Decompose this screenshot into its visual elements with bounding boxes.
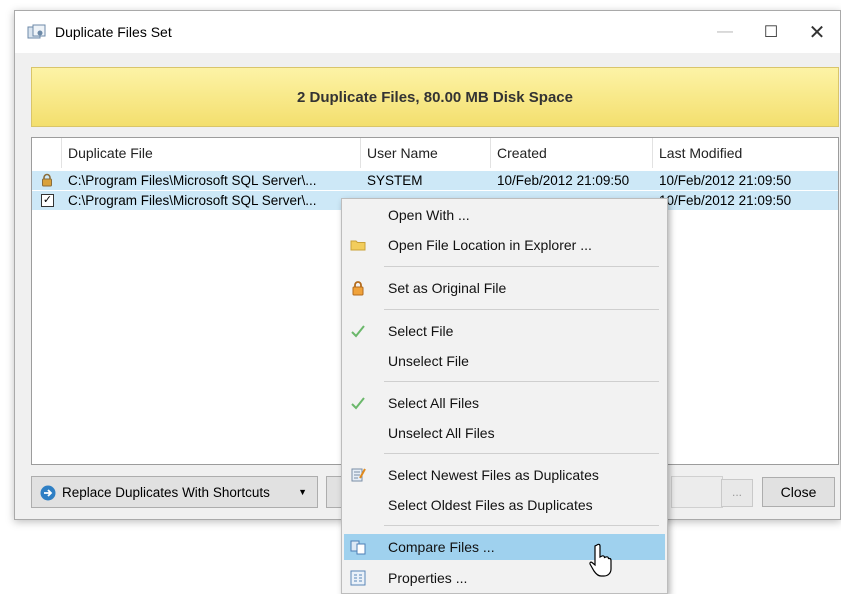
row-checkbox[interactable]: ✓ [41, 194, 54, 207]
arrow-right-circle-icon [40, 485, 56, 501]
column-header-user-name[interactable]: User Name [361, 138, 491, 168]
menu-item-label: Select Newest Files as Duplicates [388, 467, 599, 483]
menu-item-label: Compare Files ... [388, 539, 495, 555]
checkmark-icon [351, 397, 365, 410]
cell-user: SYSTEM [367, 173, 423, 188]
app-icon [27, 24, 46, 39]
menu-item-select-file[interactable]: Select File [344, 318, 665, 344]
column-header-last-modified[interactable]: Last Modified [653, 138, 838, 168]
maximize-button[interactable]: ☐ [748, 11, 794, 53]
browse-button[interactable]: ... [721, 479, 753, 507]
column-header-duplicate-file[interactable]: Duplicate File [62, 138, 361, 168]
menu-item-label: Properties ... [388, 570, 468, 586]
menu-separator [384, 453, 659, 454]
menu-item-label: Open File Location in Explorer ... [388, 237, 592, 253]
menu-item-select-newest[interactable]: Select Newest Files as Duplicates [344, 462, 665, 488]
menu-separator [384, 309, 659, 310]
menu-item-properties[interactable]: Properties ... [344, 565, 665, 591]
summary-text: 2 Duplicate Files, 80.00 MB Disk Space [297, 88, 573, 106]
lock-icon [352, 281, 364, 296]
minimize-button[interactable]: — [702, 11, 748, 53]
folder-icon [350, 240, 366, 251]
cell-file: C:\Program Files\Microsoft SQL Server\..… [68, 193, 317, 208]
menu-item-unselect-file[interactable]: Unselect File [344, 348, 665, 374]
replace-duplicates-button[interactable]: Replace Duplicates With Shortcuts ▼ [31, 476, 318, 508]
context-menu: Open With ... Open File Location in Expl… [341, 198, 668, 594]
menu-item-label: Open With ... [388, 207, 470, 223]
menu-item-label: Unselect All Files [388, 425, 495, 441]
summary-banner: 2 Duplicate Files, 80.00 MB Disk Space [31, 67, 839, 127]
cell-created: 10/Feb/2012 21:09:50 [497, 173, 630, 188]
properties-icon [350, 570, 366, 586]
checkmark-icon [351, 325, 365, 338]
cell-modified: 10/Feb/2012 21:09:50 [659, 173, 792, 188]
replace-duplicates-label: Replace Duplicates With Shortcuts [62, 485, 270, 500]
menu-item-select-all-files[interactable]: Select All Files [344, 390, 665, 416]
menu-item-select-oldest[interactable]: Select Oldest Files as Duplicates [344, 492, 665, 518]
menu-item-label: Unselect File [388, 353, 469, 369]
menu-item-label: Select Oldest Files as Duplicates [388, 497, 593, 513]
table-row[interactable]: C:\Program Files\Microsoft SQL Server\..… [32, 171, 838, 190]
cell-file: C:\Program Files\Microsoft SQL Server\..… [68, 173, 317, 188]
lock-icon [42, 173, 52, 187]
menu-item-label: Select File [388, 323, 454, 339]
window-title: Duplicate Files Set [55, 24, 172, 40]
column-header-icon[interactable] [32, 138, 62, 168]
menu-item-compare-files[interactable]: Compare Files ... [344, 534, 665, 560]
column-header-created[interactable]: Created [491, 138, 653, 168]
menu-separator [384, 266, 659, 267]
close-button[interactable]: Close [762, 477, 835, 507]
close-window-button[interactable]: ✕ [794, 11, 840, 53]
menu-item-label: Select All Files [388, 395, 480, 411]
edit-list-icon [351, 468, 366, 482]
path-field[interactable] [671, 476, 723, 508]
menu-item-label: Set as Original File [388, 280, 507, 296]
menu-item-set-as-original[interactable]: Set as Original File [344, 275, 665, 301]
dropdown-arrow-icon[interactable]: ▼ [298, 487, 307, 497]
list-header: Duplicate File User Name Created Last Mo… [32, 138, 838, 168]
compare-icon [350, 540, 366, 555]
menu-item-open-file-location[interactable]: Open File Location in Explorer ... [344, 232, 665, 258]
menu-separator [384, 525, 659, 526]
cell-modified: 10/Feb/2012 21:09:50 [659, 193, 792, 208]
mouse-cursor-icon [589, 543, 612, 577]
title-bar[interactable]: Duplicate Files Set — ☐ ✕ [15, 11, 840, 53]
menu-item-open-with[interactable]: Open With ... [344, 202, 665, 228]
menu-item-unselect-all-files[interactable]: Unselect All Files [344, 420, 665, 446]
menu-separator [384, 381, 659, 382]
